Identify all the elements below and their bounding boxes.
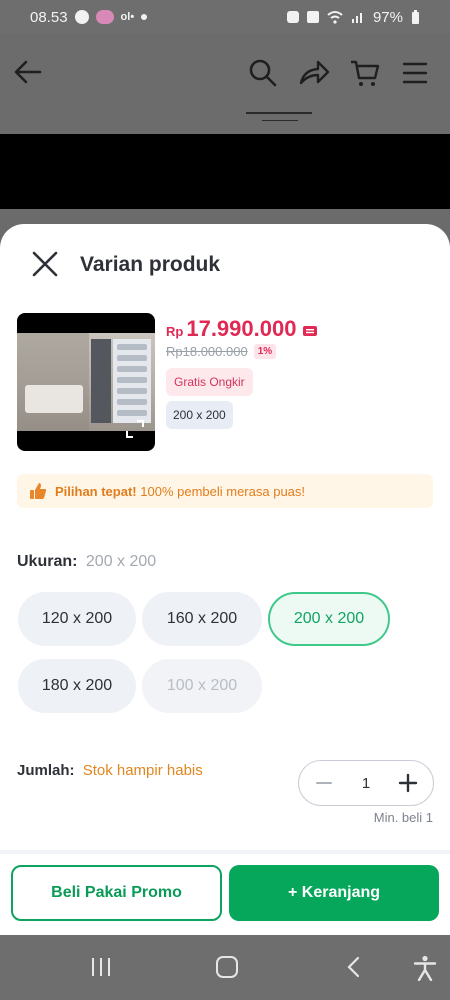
cart-icon[interactable]	[349, 58, 381, 88]
background-banner	[0, 134, 450, 209]
original-price: Rp18.000.000	[166, 344, 248, 359]
footer-divider	[0, 850, 450, 854]
battery-icon	[412, 9, 419, 24]
ticket-icon	[303, 326, 318, 336]
alarm-icon	[286, 11, 299, 23]
size-header: Ukuran: 200 x 200	[17, 553, 156, 571]
menu-icon[interactable]	[402, 60, 428, 86]
heart-app-icon	[95, 10, 114, 24]
original-price-row: Rp18.000.000 1%	[166, 344, 277, 359]
stock-note: Stok hampir habis	[82, 762, 203, 779]
product-image	[17, 333, 155, 431]
buy-with-promo-button[interactable]: Beli Pakai Promo	[11, 865, 222, 921]
tab-indicator	[246, 112, 312, 114]
minus-icon	[316, 782, 332, 784]
app-header	[0, 34, 450, 134]
quantity-stepper	[298, 760, 434, 806]
close-icon[interactable]	[30, 249, 60, 279]
quantity-input[interactable]	[351, 774, 381, 792]
promo-banner-text: 100% pembeli merasa puas!	[140, 483, 306, 499]
back-icon[interactable]	[12, 56, 44, 88]
facebook-icon	[74, 10, 89, 24]
product-thumbnail[interactable]	[17, 313, 155, 451]
mute-icon	[306, 11, 319, 23]
signal-icon	[351, 13, 362, 23]
size-option-200x200[interactable]: 200 x 200	[268, 592, 390, 646]
quantity-header: Jumlah: Stok hampir habis	[17, 762, 203, 779]
battery-percent: 97%	[372, 8, 403, 26]
free-shipping-badge: Gratis Ongkir	[166, 368, 253, 396]
system-nav-bar	[0, 935, 450, 1000]
status-bar: 08.53 ol• 97%	[0, 0, 450, 34]
accessibility-icon[interactable]	[413, 955, 437, 981]
sheet-title: Varian produk	[80, 253, 221, 276]
price-currency: Rp	[166, 324, 184, 339]
home-icon[interactable]	[215, 955, 239, 979]
selected-variant-badge: 200 x 200	[166, 401, 233, 429]
expand-icon[interactable]	[125, 419, 145, 439]
status-small-label: ol•	[120, 11, 135, 23]
variant-bottom-sheet: Varian produk Rp 17.990.000 Rp18.000.000…	[0, 224, 450, 935]
size-option-100x200: 100 x 200	[142, 659, 262, 713]
wifi-icon	[327, 11, 343, 24]
increase-button[interactable]	[393, 768, 423, 798]
size-option-120x200[interactable]: 120 x 200	[18, 592, 136, 646]
product-price: 17.990.000	[186, 316, 297, 341]
size-option-180x200[interactable]: 180 x 200	[18, 659, 136, 713]
size-option-160x200[interactable]: 160 x 200	[142, 592, 262, 646]
notification-dot-icon	[141, 14, 148, 20]
add-to-cart-button[interactable]: + Keranjang	[229, 865, 439, 921]
quantity-label: Jumlah:	[17, 762, 75, 779]
share-icon[interactable]	[298, 58, 330, 88]
size-label: Ukuran:	[17, 553, 78, 570]
plus-icon	[398, 773, 418, 793]
promo-banner-bold: Pilihan tepat!	[55, 483, 137, 499]
search-icon[interactable]	[248, 58, 278, 88]
back-nav-icon[interactable]	[343, 955, 365, 979]
decrease-button[interactable]	[309, 768, 339, 798]
discount-badge: 1%	[253, 344, 277, 359]
promo-banner: Pilihan tepat! 100% pembeli merasa puas!	[17, 474, 433, 508]
size-selected-value: 200 x 200	[85, 553, 157, 570]
tab-indicator-secondary	[262, 120, 298, 121]
price-row: Rp 17.990.000	[166, 316, 318, 342]
minimum-purchase-note: Min. beli 1	[373, 810, 433, 825]
status-time: 08.53	[30, 8, 68, 26]
recent-apps-icon[interactable]	[89, 955, 113, 979]
thumbs-up-icon	[30, 483, 47, 499]
